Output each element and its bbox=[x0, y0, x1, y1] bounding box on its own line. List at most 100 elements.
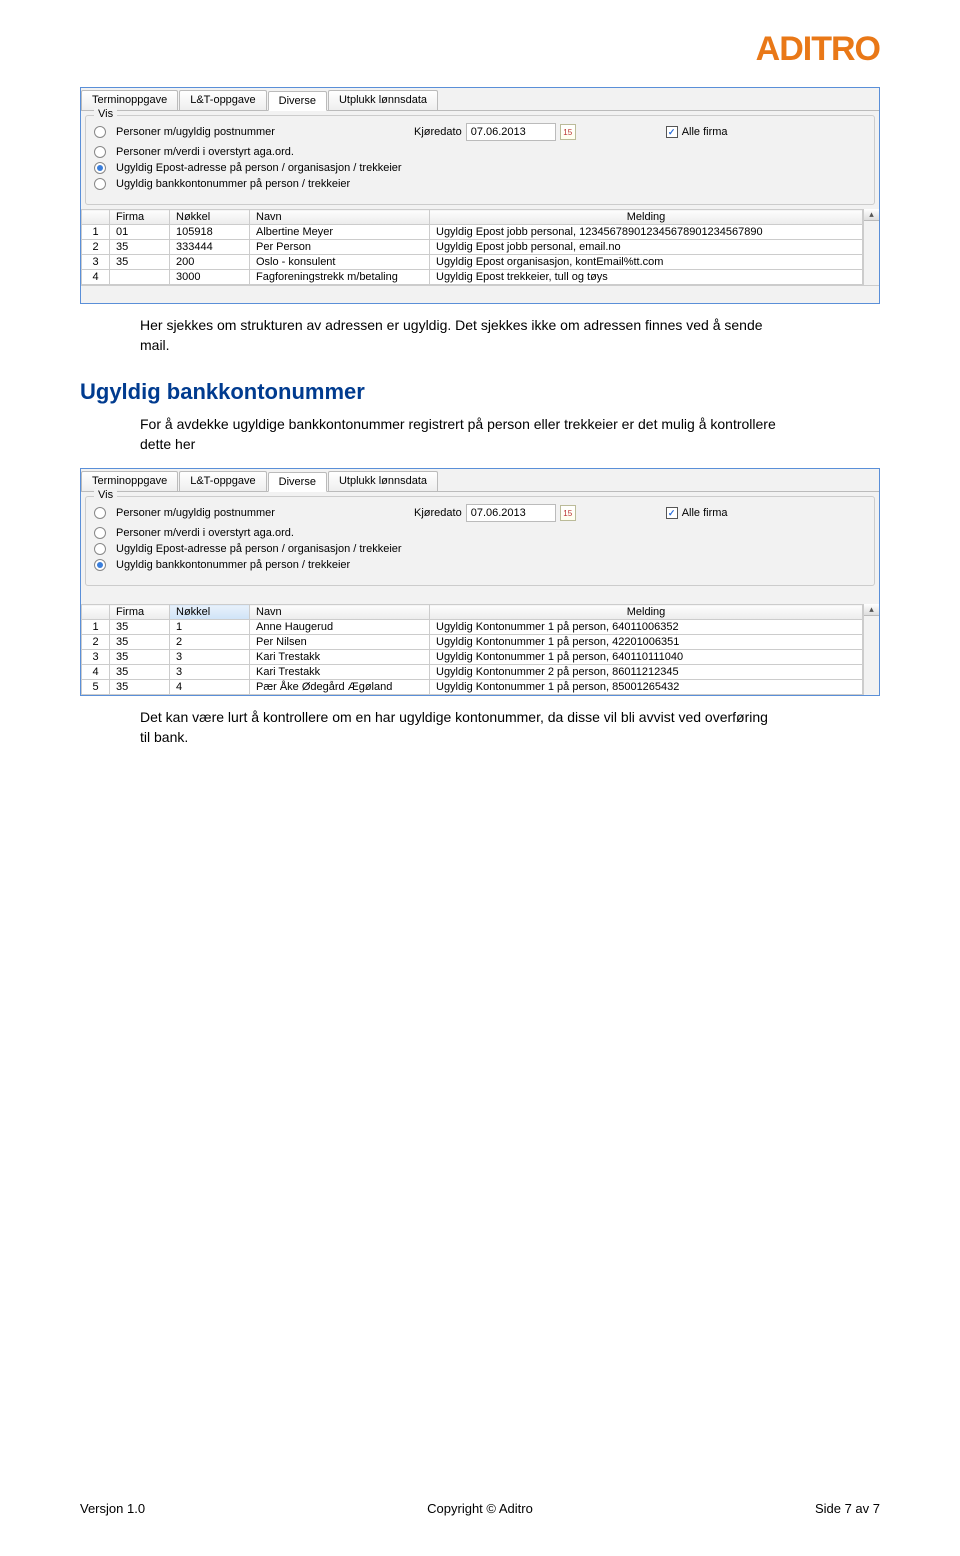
date-label: Kjøredato bbox=[414, 507, 462, 519]
radio-label: Personer m/verdi i overstyrt aga.ord. bbox=[116, 527, 294, 539]
table-row[interactable]: 3 35 3 Kari Trestakk Ugyldig Kontonummer… bbox=[82, 650, 863, 665]
tab-diverse[interactable]: Diverse bbox=[268, 91, 327, 111]
results-table-1: Firma Nøkkel Navn Melding 1 01 105918 Al… bbox=[81, 209, 863, 285]
tab-lt-oppgave[interactable]: L&T-oppgave bbox=[179, 90, 266, 110]
scrollbar[interactable] bbox=[863, 209, 879, 285]
cell: 35 bbox=[110, 255, 170, 270]
radio-label: Ugyldig Epost-adresse på person / organi… bbox=[116, 162, 402, 174]
cell: 5 bbox=[82, 680, 110, 695]
cell: Ugyldig Epost jobb personal, 12345678901… bbox=[430, 225, 863, 240]
tab-utplukk[interactable]: Utplukk lønnsdata bbox=[328, 90, 438, 110]
cell: 105918 bbox=[170, 225, 250, 240]
scrollbar[interactable] bbox=[863, 604, 879, 695]
radio-label: Personer m/verdi i overstyrt aga.ord. bbox=[116, 146, 294, 158]
radio-epost[interactable] bbox=[94, 162, 106, 174]
cell: Ugyldig Epost organisasjon, kontEmail%tt… bbox=[430, 255, 863, 270]
cell: 3 bbox=[170, 650, 250, 665]
table-row[interactable]: 5 35 4 Pær Åke Ødegård Ægøland Ugyldig K… bbox=[82, 680, 863, 695]
cell: 4 bbox=[170, 680, 250, 695]
table-row[interactable]: 4 35 3 Kari Trestakk Ugyldig Kontonummer… bbox=[82, 665, 863, 680]
radio-bankkonto[interactable] bbox=[94, 559, 106, 571]
table-row[interactable]: 2 35 333444 Per Person Ugyldig Epost job… bbox=[82, 240, 863, 255]
paragraph-2: For å avdekke ugyldige bankkontonummer r… bbox=[140, 415, 780, 454]
paragraph-3: Det kan være lurt å kontrollere om en ha… bbox=[140, 708, 780, 747]
tab-diverse[interactable]: Diverse bbox=[268, 472, 327, 492]
tab-terminoppgave[interactable]: Terminoppgave bbox=[81, 90, 178, 110]
calendar-icon[interactable]: 15 bbox=[560, 124, 576, 140]
cell: Ugyldig Epost trekkeier, tull og tøys bbox=[430, 270, 863, 285]
date-input[interactable]: 07.06.2013 bbox=[466, 123, 556, 141]
radio-aga[interactable] bbox=[94, 146, 106, 158]
radio-epost[interactable] bbox=[94, 543, 106, 555]
screenshot-panel-1: Terminoppgave L&T-oppgave Diverse Utpluk… bbox=[80, 87, 880, 304]
table-row[interactable]: 1 35 1 Anne Haugerud Ugyldig Kontonummer… bbox=[82, 620, 863, 635]
cell: Ugyldig Kontonummer 2 på person, 8601121… bbox=[430, 665, 863, 680]
brand-logo: ADITRO bbox=[80, 30, 880, 69]
table-row[interactable]: 3 35 200 Oslo - konsulent Ugyldig Epost … bbox=[82, 255, 863, 270]
cell: 35 bbox=[110, 665, 170, 680]
results-table-2: Firma Nøkkel Navn Melding 1 35 1 Anne Ha… bbox=[81, 604, 863, 695]
col-navn[interactable]: Navn bbox=[250, 605, 430, 620]
cell: Kari Trestakk bbox=[250, 650, 430, 665]
cell: 3 bbox=[170, 665, 250, 680]
cell: 35 bbox=[110, 620, 170, 635]
vis-fieldset: Vis Personer m/ugyldig postnummer Kjøred… bbox=[85, 496, 875, 586]
checkbox-label: Alle firma bbox=[682, 507, 728, 519]
cell: Ugyldig Kontonummer 1 på person, 6401100… bbox=[430, 620, 863, 635]
section-heading: Ugyldig bankkontonummer bbox=[80, 379, 880, 405]
cell: 2 bbox=[170, 635, 250, 650]
radio-postnummer[interactable] bbox=[94, 507, 106, 519]
alle-firma-checkbox[interactable]: ✓ bbox=[666, 126, 678, 138]
tab-lt-oppgave[interactable]: L&T-oppgave bbox=[179, 471, 266, 491]
cell: Pær Åke Ødegård Ægøland bbox=[250, 680, 430, 695]
radio-aga[interactable] bbox=[94, 527, 106, 539]
cell: Ugyldig Kontonummer 1 på person, 6401101… bbox=[430, 650, 863, 665]
col-rownum[interactable] bbox=[82, 210, 110, 225]
cell: 35 bbox=[110, 650, 170, 665]
cell: 2 bbox=[82, 635, 110, 650]
radio-label: Ugyldig Epost-adresse på person / organi… bbox=[116, 543, 402, 555]
tab-utplukk[interactable]: Utplukk lønnsdata bbox=[328, 471, 438, 491]
footer-copyright: Copyright © Aditro bbox=[427, 1501, 533, 1516]
col-melding[interactable]: Melding bbox=[430, 605, 863, 620]
cell: Ugyldig Kontonummer 1 på person, 4220100… bbox=[430, 635, 863, 650]
cell: 1 bbox=[82, 225, 110, 240]
cell: 01 bbox=[110, 225, 170, 240]
footer-page: Side 7 av 7 bbox=[815, 1501, 880, 1516]
col-nokkel[interactable]: Nøkkel bbox=[170, 605, 250, 620]
cell bbox=[110, 270, 170, 285]
calendar-icon[interactable]: 15 bbox=[560, 505, 576, 521]
col-firma[interactable]: Firma bbox=[110, 210, 170, 225]
radio-label: Ugyldig bankkontonummer på person / trek… bbox=[116, 559, 350, 571]
col-nokkel[interactable]: Nøkkel bbox=[170, 210, 250, 225]
cell: Albertine Meyer bbox=[250, 225, 430, 240]
radio-postnummer[interactable] bbox=[94, 126, 106, 138]
radio-label: Personer m/ugyldig postnummer bbox=[116, 507, 275, 519]
paragraph-1: Her sjekkes om strukturen av adressen er… bbox=[140, 316, 780, 355]
cell: 3 bbox=[82, 255, 110, 270]
tab-terminoppgave[interactable]: Terminoppgave bbox=[81, 471, 178, 491]
cell: Ugyldig Kontonummer 1 på person, 8500126… bbox=[430, 680, 863, 695]
cell: Anne Haugerud bbox=[250, 620, 430, 635]
radio-bankkonto[interactable] bbox=[94, 178, 106, 190]
cell: Per Nilsen bbox=[250, 635, 430, 650]
page-footer: Versjon 1.0 Copyright © Aditro Side 7 av… bbox=[80, 1501, 880, 1516]
cell: Oslo - konsulent bbox=[250, 255, 430, 270]
col-navn[interactable]: Navn bbox=[250, 210, 430, 225]
alle-firma-checkbox[interactable]: ✓ bbox=[666, 507, 678, 519]
table-row[interactable]: 4 3000 Fagforeningstrekk m/betaling Ugyl… bbox=[82, 270, 863, 285]
table-row[interactable]: 2 35 2 Per Nilsen Ugyldig Kontonummer 1 … bbox=[82, 635, 863, 650]
date-input[interactable]: 07.06.2013 bbox=[466, 504, 556, 522]
fieldset-legend: Vis bbox=[94, 108, 117, 120]
checkbox-label: Alle firma bbox=[682, 126, 728, 138]
table-row[interactable]: 1 01 105918 Albertine Meyer Ugyldig Epos… bbox=[82, 225, 863, 240]
cell: 3000 bbox=[170, 270, 250, 285]
footer-version: Versjon 1.0 bbox=[80, 1501, 145, 1516]
col-firma[interactable]: Firma bbox=[110, 605, 170, 620]
cell: 3 bbox=[82, 650, 110, 665]
col-melding[interactable]: Melding bbox=[430, 210, 863, 225]
cell: 333444 bbox=[170, 240, 250, 255]
date-label: Kjøredato bbox=[414, 126, 462, 138]
radio-label: Personer m/ugyldig postnummer bbox=[116, 126, 275, 138]
col-rownum[interactable] bbox=[82, 605, 110, 620]
